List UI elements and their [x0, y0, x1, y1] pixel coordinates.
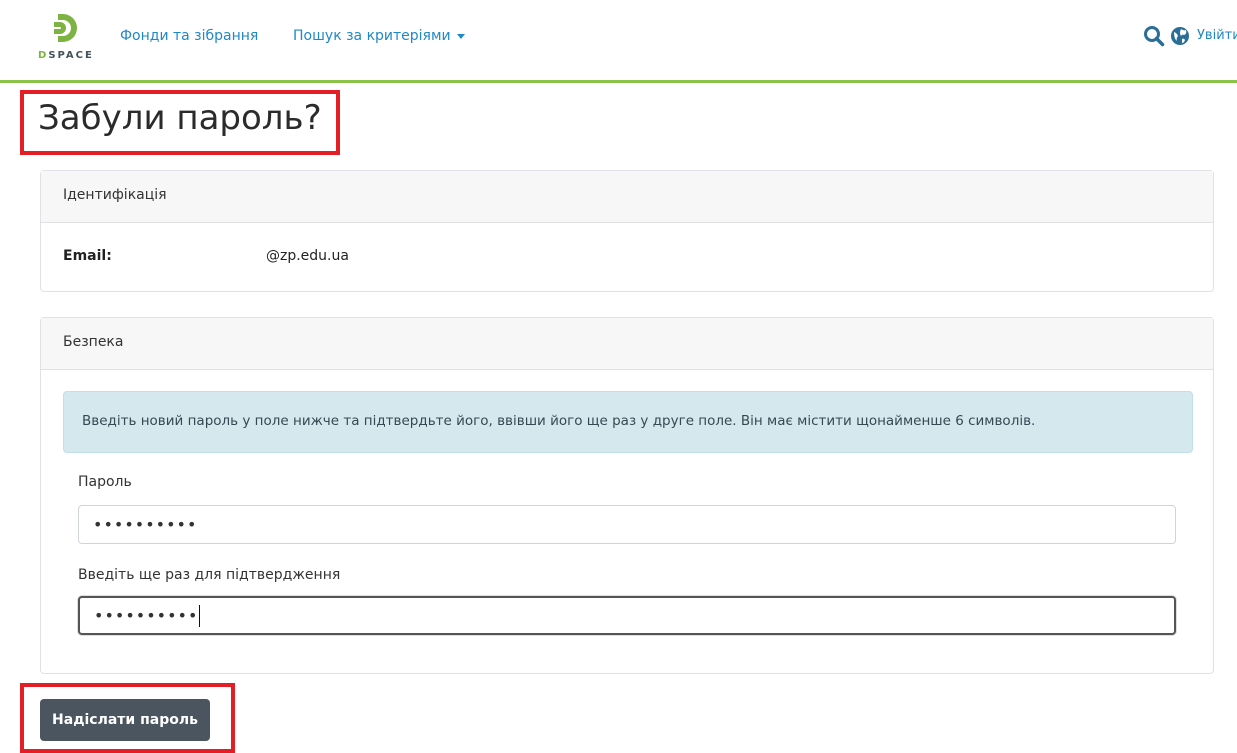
confirm-password-label: Введіть ще раз для підтвердження [78, 567, 341, 583]
page-title: Забули пароль? [38, 98, 322, 138]
dspace-logo-icon [54, 14, 77, 42]
password-value: •••••••••• [93, 515, 198, 534]
nav-communities-collections[interactable]: Фонди та зібрання [120, 28, 258, 44]
chevron-down-icon [456, 33, 465, 39]
security-card-header: Безпека [41, 318, 1213, 370]
confirm-password-input[interactable]: •••••••••• [78, 596, 1176, 635]
text-cursor [199, 604, 201, 627]
dspace-logo[interactable]: DSPACE [38, 12, 100, 64]
confirm-password-value: •••••••••• [94, 606, 199, 625]
logo-text: DSPACE [38, 50, 94, 61]
nav-browse-by[interactable]: Пошук за критеріями [293, 28, 465, 44]
header-divider [0, 80, 1237, 83]
identification-card-header: Ідентифікація [41, 171, 1213, 223]
security-card: Безпека Введіть новий пароль у поле нижч… [40, 317, 1214, 674]
login-dropdown[interactable]: Увійти [1197, 28, 1237, 43]
search-icon[interactable] [1143, 25, 1165, 47]
top-navbar: DSPACE Фонди та зібрання Пошук за критер… [0, 0, 1237, 80]
password-label: Пароль [78, 474, 132, 490]
email-label: Email: [63, 248, 112, 264]
nav-browse-by-label: Пошук за критеріями [293, 28, 451, 44]
email-value: @zp.edu.ua [266, 248, 349, 264]
password-info-alert: Введіть новий пароль у поле нижче та під… [63, 391, 1193, 453]
identification-card: Ідентифікація Email: @zp.edu.ua [40, 170, 1214, 292]
password-input[interactable]: •••••••••• [78, 505, 1176, 544]
submit-password-button[interactable]: Надіслати пароль [40, 699, 210, 741]
login-label: Увійти [1197, 28, 1237, 43]
globe-icon[interactable] [1170, 26, 1190, 46]
logo-text-rest: SPACE [48, 50, 94, 61]
email-row: Email: @zp.edu.ua [41, 223, 1213, 291]
